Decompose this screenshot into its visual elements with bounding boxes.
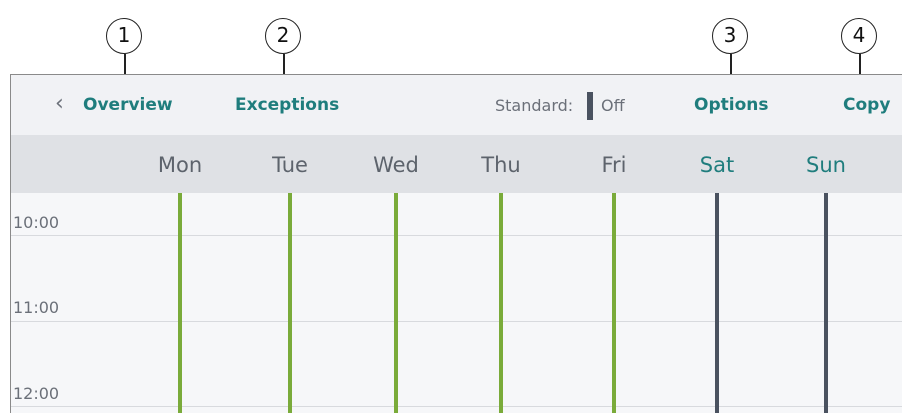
- callout-1: 1: [106, 18, 142, 54]
- schedule-bar-mon[interactable]: [178, 193, 182, 413]
- schedule-bar-sun[interactable]: [824, 193, 828, 413]
- exceptions-link[interactable]: Exceptions: [235, 95, 339, 115]
- overview-link[interactable]: Overview: [83, 95, 173, 115]
- standard-value: Off: [601, 96, 625, 115]
- callout-4: 4: [841, 18, 877, 54]
- grid-line: [11, 406, 902, 407]
- time-label: 12:00: [13, 384, 60, 403]
- grid-line: [11, 321, 902, 322]
- standard-toggle[interactable]: [587, 92, 593, 120]
- schedule-bar-sat[interactable]: [715, 193, 719, 413]
- day-header-sat[interactable]: Sat: [700, 153, 734, 177]
- day-header-fri[interactable]: Fri: [601, 153, 626, 177]
- schedule-bar-fri[interactable]: [612, 193, 616, 413]
- time-label: 10:00: [13, 213, 60, 232]
- day-header-thu[interactable]: Thu: [481, 153, 520, 177]
- schedule-panel: ‹ Overview Exceptions Standard: Off Opti…: [10, 74, 902, 413]
- schedule-bar-thu[interactable]: [499, 193, 503, 413]
- standard-label: Standard:: [495, 96, 574, 115]
- day-header-wed[interactable]: Wed: [373, 153, 419, 177]
- callout-2: 2: [265, 18, 301, 54]
- options-button[interactable]: Options: [694, 95, 768, 115]
- time-grid: 10:00 11:00 12:00: [11, 193, 902, 413]
- day-header-tue[interactable]: Tue: [272, 153, 308, 177]
- toolbar: ‹ Overview Exceptions Standard: Off Opti…: [11, 75, 902, 135]
- day-header-row: Mon Tue Wed Thu Fri Sat Sun: [11, 135, 902, 193]
- day-header-mon[interactable]: Mon: [158, 153, 202, 177]
- time-label: 11:00: [13, 298, 60, 317]
- callout-3: 3: [712, 18, 748, 54]
- chevron-left-icon[interactable]: ‹: [55, 91, 64, 116]
- schedule-bar-wed[interactable]: [394, 193, 398, 413]
- day-header-sun[interactable]: Sun: [806, 153, 846, 177]
- schedule-bar-tue[interactable]: [288, 193, 292, 413]
- copy-button[interactable]: Copy: [843, 95, 890, 115]
- grid-line: [11, 235, 902, 236]
